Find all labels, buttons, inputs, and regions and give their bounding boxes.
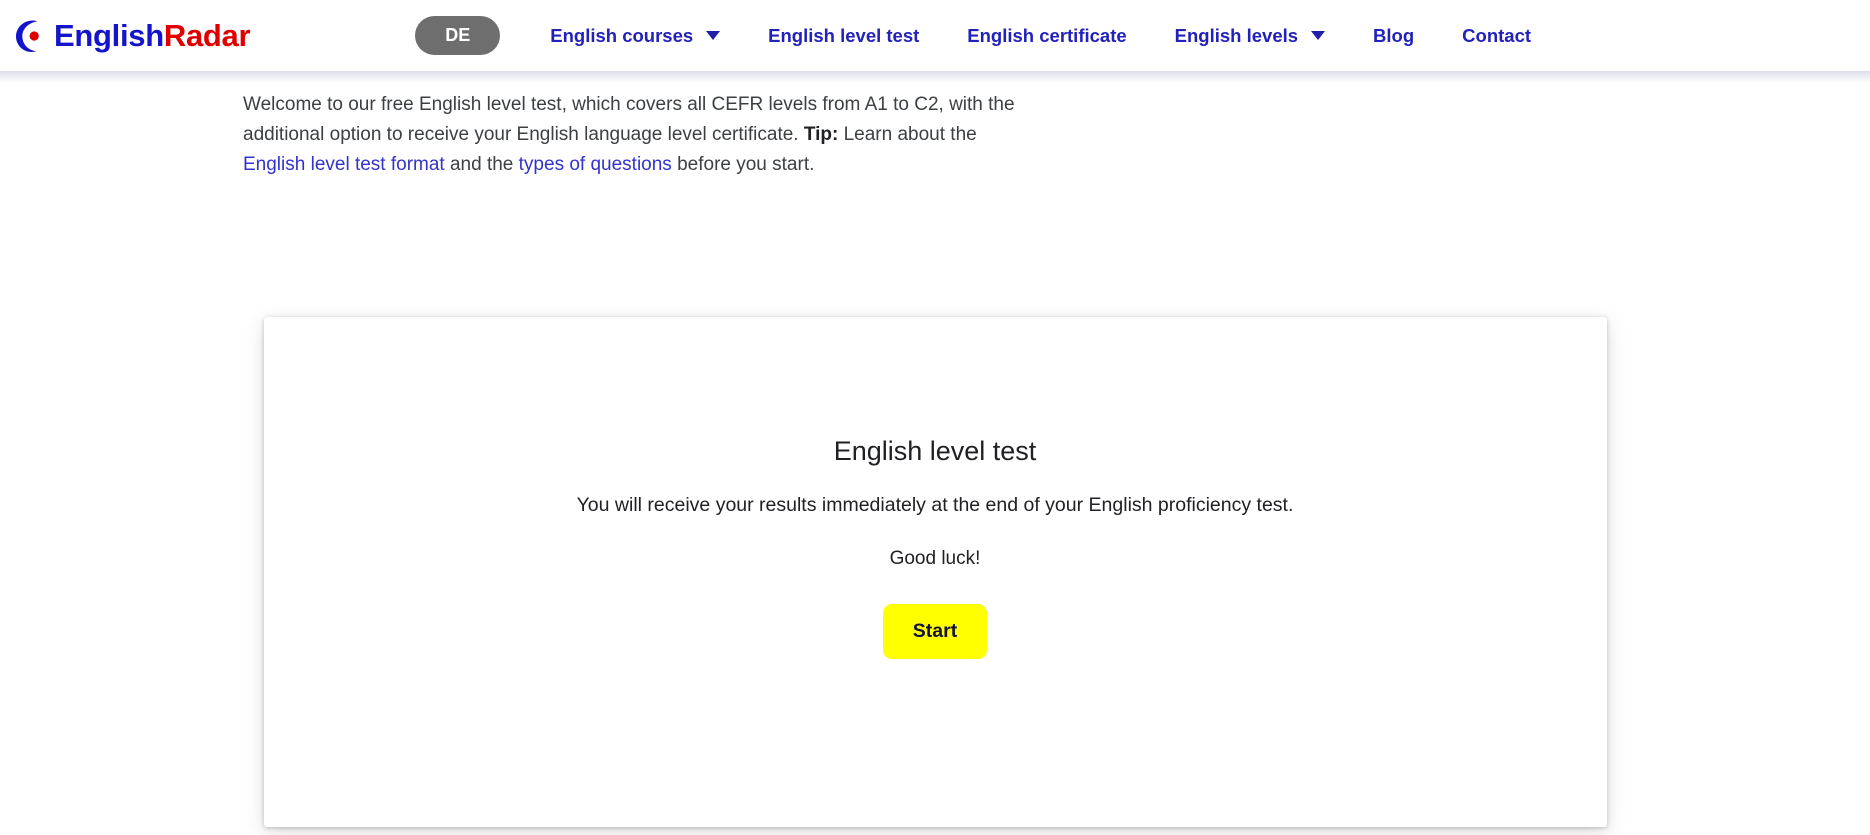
- main-navigation: DE English courses English level test En…: [415, 16, 1555, 55]
- start-button[interactable]: Start: [882, 604, 988, 659]
- nav-item-blog[interactable]: Blog: [1349, 25, 1438, 47]
- intro-tip-label: Tip:: [803, 124, 839, 145]
- english-level-test-card: English level test You will receive your…: [263, 317, 1607, 827]
- nav-item-english-level-test[interactable]: English level test: [744, 25, 943, 47]
- nav-item-english-levels[interactable]: English levels: [1151, 25, 1349, 47]
- site-header: EnglishRadar DE English courses English …: [0, 0, 1870, 83]
- link-types-of-questions[interactable]: types of questions: [519, 154, 672, 175]
- card-zone: English level test You will receive your…: [0, 317, 1870, 827]
- chevron-down-icon: [706, 31, 721, 40]
- logo-text-secondary: Radar: [163, 18, 251, 53]
- site-logo[interactable]: EnglishRadar: [8, 0, 251, 71]
- logo-text-primary: English: [54, 18, 164, 53]
- nav-item-contact[interactable]: Contact: [1438, 25, 1555, 47]
- nav-label-english-levels: English levels: [1174, 24, 1299, 46]
- link-english-level-test-format[interactable]: English level test format: [243, 154, 445, 175]
- nav-label-english-level-test: English level test: [768, 24, 920, 46]
- nav-item-english-certificate[interactable]: English certificate: [943, 25, 1150, 47]
- crescent-moon-dot-logo-icon: [16, 19, 39, 52]
- nav-item-english-courses[interactable]: English courses: [526, 25, 744, 47]
- logo-text: EnglishRadar: [54, 18, 251, 53]
- nav-label-blog: Blog: [1373, 24, 1415, 46]
- language-switcher-de[interactable]: DE: [415, 16, 501, 55]
- card-good-luck-text: Good luck!: [889, 547, 981, 569]
- card-title: English level test: [833, 436, 1037, 466]
- nav-label-english-courses: English courses: [550, 24, 694, 46]
- intro-segment-3: and the: [444, 154, 519, 175]
- nav-label-english-certificate: English certificate: [967, 24, 1127, 46]
- card-lead-text: You will receive your results immediatel…: [576, 494, 1294, 517]
- intro-segment-2: Learn about the: [838, 124, 977, 145]
- intro-segment-4: before you start.: [671, 154, 815, 175]
- chevron-down-icon: [1311, 31, 1326, 40]
- nav-label-contact: Contact: [1462, 24, 1532, 46]
- intro-paragraph: Welcome to our free English level test, …: [243, 90, 1033, 180]
